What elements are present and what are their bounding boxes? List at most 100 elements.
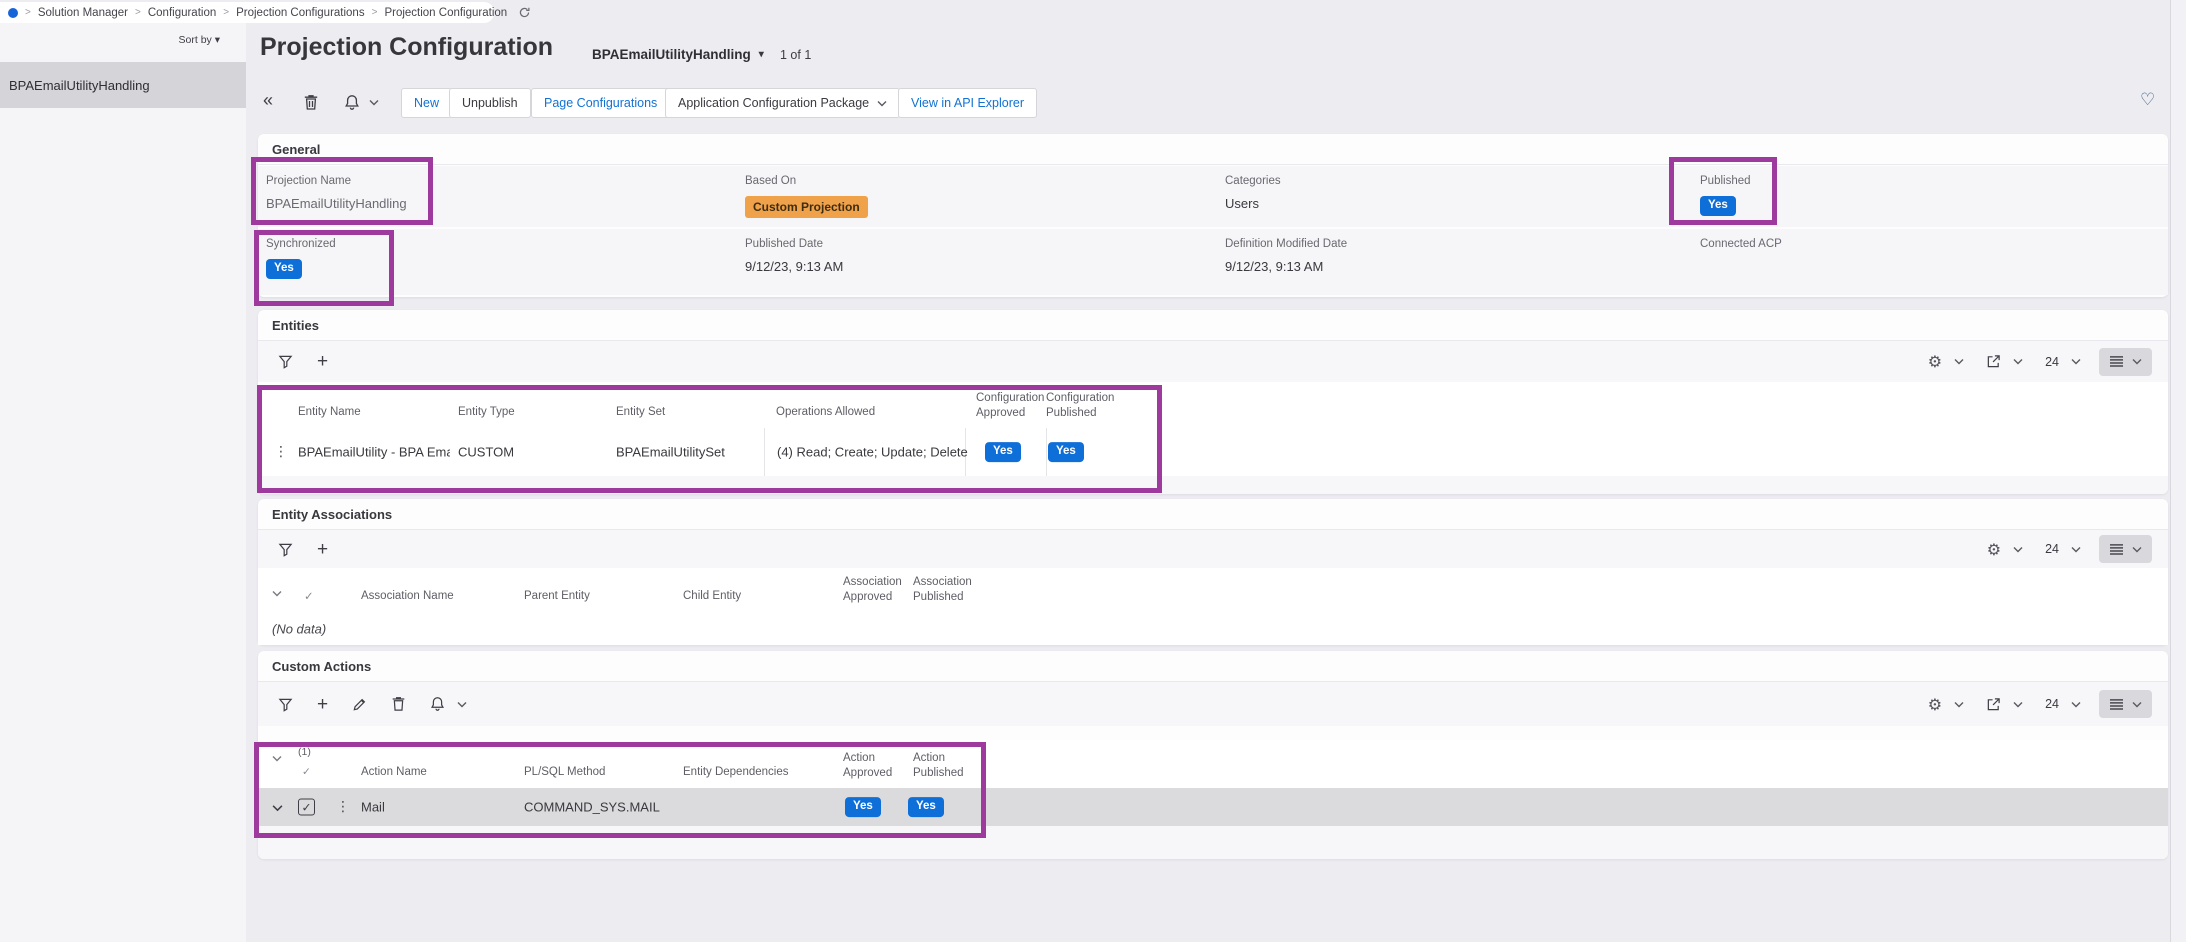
collapse-sidebar-icon[interactable]: « — [263, 91, 273, 109]
expand-row-chevron-icon[interactable] — [272, 804, 283, 812]
add-row-icon[interactable]: + — [317, 352, 328, 371]
caret-down-icon: ▾ — [759, 49, 764, 60]
settings-gear-icon[interactable]: ⚙ — [1928, 352, 1942, 371]
bell-chevron-down-icon[interactable] — [369, 99, 379, 106]
card-footer-strip — [258, 476, 2168, 494]
notification-bell-icon[interactable] — [430, 696, 445, 712]
general-field-row-1: Projection Name BPAEmailUtilityHandling … — [258, 166, 2168, 227]
chevron-right-icon: > — [372, 7, 378, 18]
col-action-name[interactable]: Action Name — [361, 766, 427, 778]
right-rail[interactable] — [2170, 0, 2186, 942]
filter-icon[interactable] — [278, 697, 293, 712]
field-categories: Categories Users — [1225, 175, 1281, 211]
field-synchronized: Synchronized Yes — [266, 238, 336, 279]
export-icon[interactable] — [1986, 354, 2001, 369]
delete-icon[interactable] — [303, 94, 319, 111]
breadcrumb-solution-manager[interactable]: Solution Manager — [38, 7, 128, 19]
page-configurations-button[interactable]: Page Configurations — [531, 88, 670, 118]
chevron-down-icon — [2132, 701, 2142, 708]
no-data-label: (No data) — [272, 621, 326, 636]
col-entity-set[interactable]: Entity Set — [616, 406, 665, 418]
favorite-heart-icon[interactable]: ♡ — [2140, 90, 2155, 110]
field-label: Published Date — [745, 238, 843, 250]
chevron-down-icon[interactable] — [2071, 358, 2081, 365]
field-connected-acp: Connected ACP — [1700, 238, 1782, 274]
breadcrumb-projection-configuration[interactable]: Projection Configuration — [384, 7, 507, 19]
chevron-down-icon[interactable] — [2071, 546, 2081, 553]
settings-gear-icon[interactable]: ⚙ — [1928, 695, 1942, 714]
field-based-on: Based On Custom Projection — [745, 175, 868, 218]
field-label: Categories — [1225, 175, 1281, 187]
general-card: General Projection Name BPAEmailUtilityH… — [258, 134, 2168, 297]
new-button[interactable]: New — [401, 88, 452, 118]
synchronized-badge: Yes — [266, 259, 302, 279]
app-dot-icon — [8, 8, 18, 18]
page-size-selector[interactable]: 24 — [2045, 697, 2059, 711]
row-checkbox[interactable]: ✓ — [298, 799, 315, 816]
chevron-down-icon[interactable] — [1954, 358, 1964, 365]
chevron-down-icon[interactable] — [457, 701, 467, 708]
select-all-check-icon[interactable]: ✓ — [302, 766, 311, 778]
field-label: Published — [1700, 175, 1751, 187]
breadcrumb: > Solution Manager > Configuration > Pro… — [0, 2, 494, 23]
breadcrumb-configuration[interactable]: Configuration — [148, 7, 216, 19]
sort-by-button[interactable]: Sort by ▾ — [179, 34, 220, 46]
filter-icon[interactable] — [278, 542, 293, 557]
col-child-entity[interactable]: Child Entity — [683, 590, 741, 602]
entity-associations-card: Entity Associations + ⚙ 24 — [258, 499, 2168, 645]
col-parent-entity[interactable]: Parent Entity — [524, 590, 590, 602]
col-configuration-published[interactable]: Configuration Published — [1046, 391, 1128, 421]
col-entity-dependencies[interactable]: Entity Dependencies — [683, 766, 788, 778]
page-title: Projection Configuration — [260, 33, 553, 62]
expand-all-chevron-icon[interactable] — [272, 590, 282, 597]
cell-entity-name: BPAEmailUtility - BPA Ema — [298, 445, 450, 460]
refresh-icon[interactable] — [518, 6, 531, 19]
view-in-api-explorer-button[interactable]: View in API Explorer — [898, 88, 1037, 118]
export-icon[interactable] — [1986, 697, 2001, 712]
col-association-published[interactable]: Association Published — [913, 575, 995, 605]
application-configuration-package-button[interactable]: Application Configuration Package — [665, 88, 900, 118]
col-operations-allowed[interactable]: Operations Allowed — [776, 406, 875, 418]
notification-bell-icon[interactable] — [344, 94, 360, 111]
custom-actions-table-row-selected[interactable]: ✓ ⋮ Mail COMMAND_SYS.MAIL Yes Yes — [258, 788, 2168, 826]
edit-pencil-icon[interactable] — [352, 697, 367, 712]
chevron-down-icon[interactable] — [2071, 701, 2081, 708]
cell-entity-set: BPAEmailUtilitySet — [616, 445, 725, 460]
page-size-selector[interactable]: 24 — [2045, 355, 2059, 369]
delete-icon[interactable] — [391, 696, 406, 712]
view-mode-button[interactable] — [2099, 348, 2152, 376]
col-entity-name[interactable]: Entity Name — [298, 406, 361, 418]
chevron-down-icon[interactable] — [2013, 358, 2023, 365]
view-mode-button[interactable] — [2099, 690, 2152, 718]
record-selector[interactable]: BPAEmailUtilityHandling ▾ — [592, 47, 764, 62]
filter-icon[interactable] — [278, 354, 293, 369]
chevron-down-icon[interactable] — [2013, 701, 2023, 708]
col-entity-type[interactable]: Entity Type — [458, 406, 515, 418]
select-all-check-icon[interactable]: ✓ — [304, 589, 314, 603]
row-menu-kebab-icon[interactable]: ⋮ — [336, 799, 350, 815]
chevron-down-icon[interactable] — [2013, 546, 2023, 553]
general-field-row-2: Synchronized Yes Published Date 9/12/23,… — [258, 229, 2168, 295]
page-size-selector[interactable]: 24 — [2045, 542, 2059, 556]
custom-actions-section-title: Custom Actions — [272, 659, 371, 674]
breadcrumb-projection-configurations[interactable]: Projection Configurations — [236, 7, 365, 19]
sidebar-item-bpaemailutilityhandling[interactable]: BPAEmailUtilityHandling — [0, 62, 246, 108]
unpublish-button[interactable]: Unpublish — [449, 88, 531, 118]
record-list-sidebar: Sort by ▾ BPAEmailUtilityHandling — [0, 23, 246, 942]
view-mode-button[interactable] — [2099, 535, 2152, 563]
field-label: Based On — [745, 175, 868, 187]
field-value: BPAEmailUtilityHandling — [266, 196, 407, 211]
chevron-down-icon[interactable] — [1954, 701, 1964, 708]
add-row-icon[interactable]: + — [317, 695, 328, 714]
add-row-icon[interactable]: + — [317, 540, 328, 559]
col-action-published[interactable]: Action Published — [913, 751, 995, 781]
field-published: Published Yes — [1700, 175, 1751, 216]
col-association-name[interactable]: Association Name — [361, 590, 454, 602]
chevron-right-icon: > — [223, 7, 229, 18]
settings-gear-icon[interactable]: ⚙ — [1987, 540, 2001, 559]
expand-all-chevron-icon[interactable] — [272, 755, 282, 762]
sidebar-item-label: BPAEmailUtilityHandling — [9, 78, 150, 93]
row-menu-kebab-icon[interactable]: ⋮ — [274, 444, 288, 460]
col-plsql-method[interactable]: PL/SQL Method — [524, 766, 605, 778]
entities-table-row[interactable]: ⋮ BPAEmailUtility - BPA Ema CUSTOM BPAEm… — [258, 428, 2168, 476]
